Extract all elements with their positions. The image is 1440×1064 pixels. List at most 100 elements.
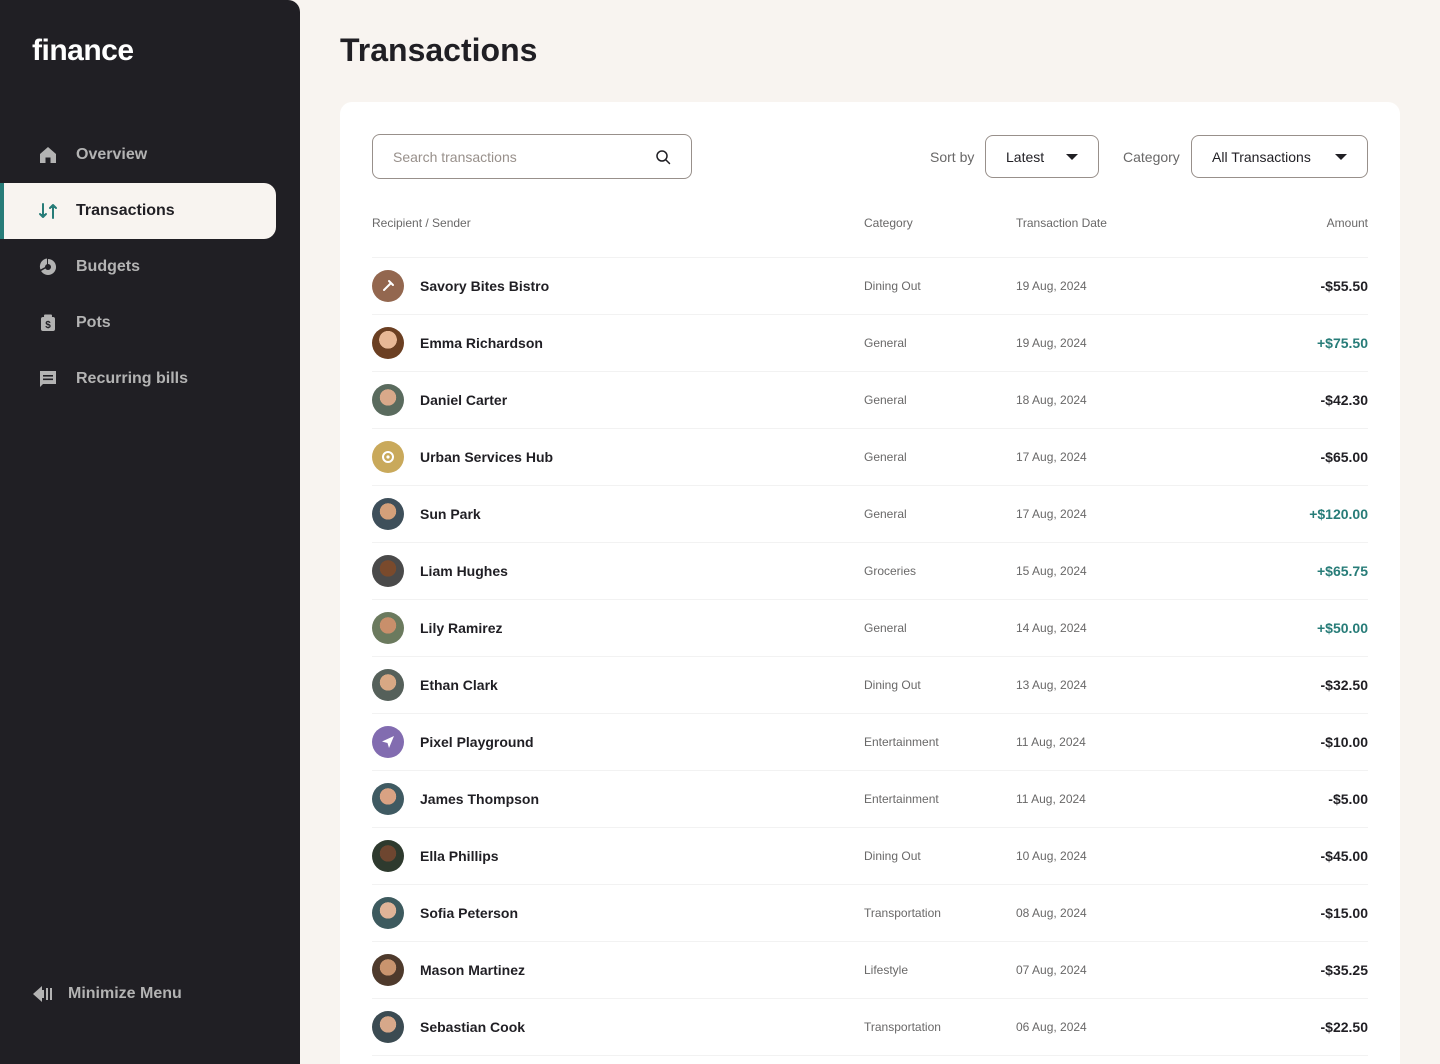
table-row[interactable]: Ella Phillips Dining Out 10 Aug, 2024 -$… (372, 828, 1368, 885)
paper-plane-icon (372, 726, 404, 758)
avatar (372, 498, 404, 530)
search-input[interactable] (393, 148, 655, 165)
avatar (372, 327, 404, 359)
pots-icon: $ (36, 311, 60, 335)
recipient-name: Mason Martinez (420, 962, 526, 978)
transaction-amount: -$65.00 (1320, 449, 1368, 465)
transaction-date: 15 Aug, 2024 (1016, 564, 1087, 578)
sidebar-item-label: Budgets (76, 258, 140, 275)
sidebar-item-budgets[interactable]: Budgets (0, 239, 276, 295)
transaction-category: General (864, 507, 907, 521)
transactions-list: Savory Bites Bistro Dining Out 19 Aug, 2… (372, 258, 1368, 1056)
sidebar-item-label: Pots (76, 314, 111, 331)
table-row[interactable]: Emma Richardson General 19 Aug, 2024 +$7… (372, 315, 1368, 372)
transaction-category: Dining Out (864, 678, 921, 692)
transaction-amount: -$15.00 (1320, 905, 1368, 921)
bills-icon (36, 367, 60, 391)
transaction-date: 18 Aug, 2024 (1016, 393, 1087, 407)
minimize-menu-label: Minimize Menu (68, 985, 182, 1002)
home-icon (36, 143, 60, 167)
table-row[interactable]: Sun Park General 17 Aug, 2024 +$120.00 (372, 486, 1368, 543)
transaction-amount: -$32.50 (1320, 677, 1368, 693)
sidebar-item-overview[interactable]: Overview (0, 127, 276, 183)
avatar (372, 954, 404, 986)
table-row[interactable]: Ethan Clark Dining Out 13 Aug, 2024 -$32… (372, 657, 1368, 714)
sort-select-value: Latest (1006, 148, 1045, 165)
transaction-date: 11 Aug, 2024 (1016, 792, 1086, 806)
transaction-category: Dining Out (864, 849, 921, 863)
recipient-name: Ella Phillips (420, 848, 499, 864)
table-row[interactable]: Lily Ramirez General 14 Aug, 2024 +$50.0… (372, 600, 1368, 657)
sort-select[interactable]: Latest (985, 135, 1099, 178)
avatar (372, 555, 404, 587)
transaction-category: Groceries (864, 564, 917, 578)
transactions-icon (36, 199, 60, 223)
header-date: Transaction Date (1016, 216, 1107, 230)
transaction-category: General (864, 393, 907, 407)
minimize-menu-button[interactable]: Minimize Menu (32, 982, 182, 1006)
table-row[interactable]: Sebastian Cook Transportation 06 Aug, 20… (372, 999, 1368, 1056)
category-select[interactable]: All Transactions (1191, 135, 1368, 178)
transaction-amount: -$22.50 (1320, 1019, 1368, 1035)
table-row[interactable]: Daniel Carter General 18 Aug, 2024 -$42.… (372, 372, 1368, 429)
transaction-date: 14 Aug, 2024 (1016, 621, 1087, 635)
transaction-date: 07 Aug, 2024 (1016, 963, 1087, 977)
transaction-category: Lifestyle (864, 963, 909, 977)
transaction-amount: +$75.50 (1317, 335, 1368, 351)
avatar (372, 384, 404, 416)
transaction-amount: +$120.00 (1309, 506, 1368, 522)
sidebar-item-transactions[interactable]: Transactions (0, 183, 276, 239)
sort-by-label: Sort by (930, 149, 975, 165)
transaction-amount: -$10.00 (1320, 734, 1368, 750)
sidebar-item-label: Transactions (76, 202, 175, 219)
header-recipient: Recipient / Sender (372, 216, 471, 230)
table-header: Recipient / Sender Category Transaction … (372, 216, 1368, 258)
category-label: Category (1123, 149, 1180, 165)
transaction-date: 10 Aug, 2024 (1016, 849, 1087, 863)
header-amount: Amount (1326, 216, 1368, 230)
table-row[interactable]: Urban Services Hub General 17 Aug, 2024 … (372, 429, 1368, 486)
sidebar-item-pots[interactable]: $ Pots (0, 295, 276, 351)
table-row[interactable]: Savory Bites Bistro Dining Out 19 Aug, 2… (372, 258, 1368, 315)
transaction-category: Entertainment (864, 792, 939, 806)
sidebar-item-label: Recurring bills (76, 370, 189, 387)
chevron-down-icon (1066, 153, 1078, 160)
chevron-down-icon (1335, 153, 1347, 160)
table-row[interactable]: Pixel Playground Entertainment 11 Aug, 2… (372, 714, 1368, 771)
category-select-value: All Transactions (1212, 148, 1311, 165)
transaction-category: General (864, 450, 907, 464)
avatar (372, 897, 404, 929)
transaction-date: 19 Aug, 2024 (1016, 336, 1087, 350)
transaction-date: 11 Aug, 2024 (1016, 735, 1086, 749)
recipient-name: Lily Ramirez (420, 620, 503, 636)
search-box[interactable] (372, 134, 692, 179)
app-logo: finance (32, 34, 134, 67)
svg-text:$: $ (45, 320, 51, 331)
recipient-name: Savory Bites Bistro (420, 278, 550, 294)
sidebar-item-recurring-bills[interactable]: Recurring bills (0, 351, 276, 407)
sidebar: finance Overview Transactions Budgets $ … (0, 0, 300, 1064)
minimize-arrow-icon (32, 982, 56, 1006)
transaction-category: General (864, 621, 907, 635)
budget-pie-icon (36, 255, 60, 279)
recipient-name: Urban Services Hub (420, 449, 554, 465)
recipient-name: Liam Hughes (420, 563, 508, 579)
search-icon[interactable] (655, 149, 671, 165)
table-row[interactable]: Sofia Peterson Transportation 08 Aug, 20… (372, 885, 1368, 942)
transaction-amount: -$42.30 (1320, 392, 1368, 408)
sidebar-item-label: Overview (76, 146, 148, 163)
recipient-name: Emma Richardson (420, 335, 543, 351)
avatar (372, 840, 404, 872)
transaction-category: Entertainment (864, 735, 939, 749)
header-category: Category (864, 216, 913, 230)
sidebar-nav: Overview Transactions Budgets $ Pots Rec… (0, 127, 276, 407)
table-row[interactable]: James Thompson Entertainment 11 Aug, 202… (372, 771, 1368, 828)
table-row[interactable]: Mason Martinez Lifestyle 07 Aug, 2024 -$… (372, 942, 1368, 999)
recipient-name: James Thompson (420, 791, 540, 807)
recipient-name: Daniel Carter (420, 392, 508, 408)
services-logo-icon (372, 441, 404, 473)
restaurant-logo-icon (372, 270, 404, 302)
table-row[interactable]: Liam Hughes Groceries 15 Aug, 2024 +$65.… (372, 543, 1368, 600)
avatar (372, 1011, 404, 1043)
transaction-date: 06 Aug, 2024 (1016, 1020, 1087, 1034)
